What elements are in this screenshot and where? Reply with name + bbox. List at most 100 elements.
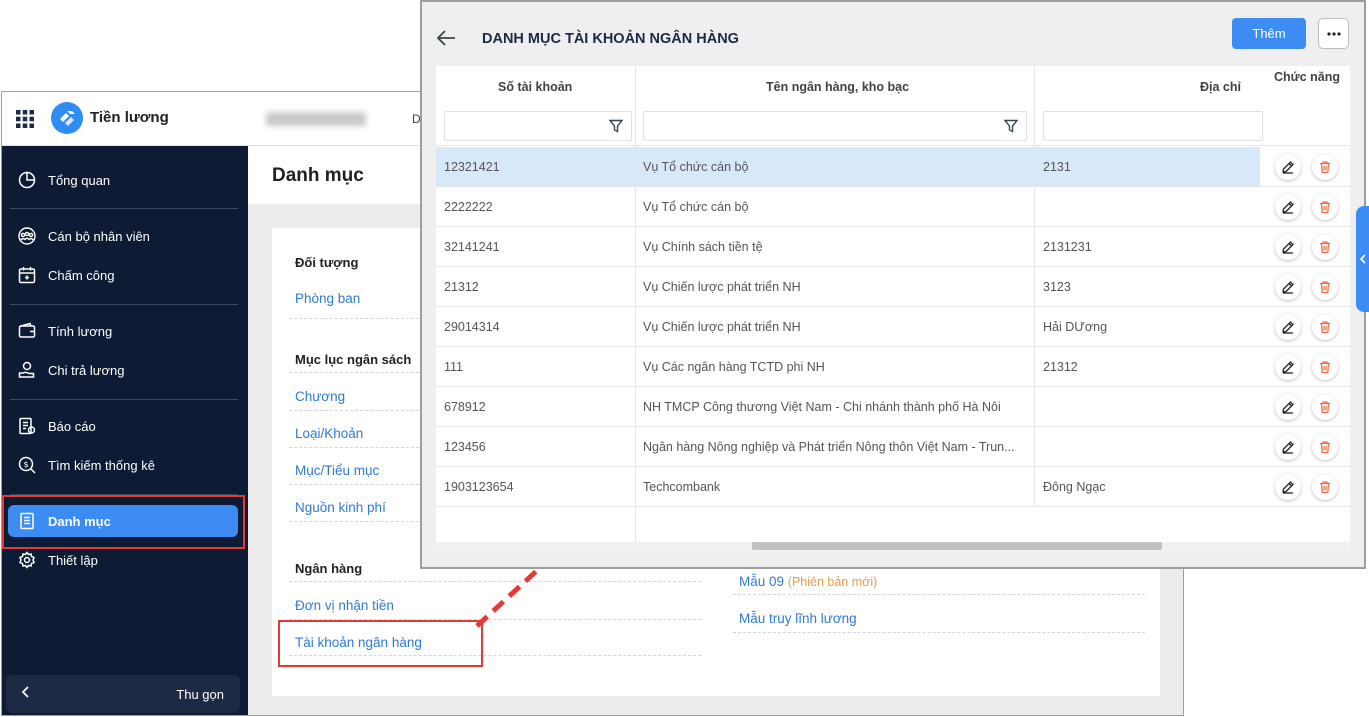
sidebar-item-label: Tổng quan [48, 172, 111, 188]
section-heading-ngan-hang: Ngân hàng [295, 561, 363, 576]
app-logo-icon [51, 102, 83, 134]
sidebar-item-label: Tìm kiếm thống kê [48, 457, 155, 473]
table-row[interactable]: 111 Vụ Các ngân hàng TCTD phi NH 21312 [436, 347, 1350, 387]
divider [289, 521, 419, 522]
sidebar-item-label: Cán bộ nhân viên [48, 228, 150, 244]
divider [733, 594, 1145, 595]
sidebar-item-label: Báo cáo [48, 418, 96, 434]
cell-account: 32141241 [444, 240, 500, 254]
cell-bank: Vụ Chiến lược phát triển NH [643, 280, 801, 294]
cell-bank: Vụ Chính sách tiền tệ [643, 240, 763, 254]
column-header-actions: Chức năng [1274, 70, 1340, 84]
table-row[interactable]: 1903123654 Techcombank Đông Ngạc [436, 467, 1350, 507]
link-phong-ban[interactable]: Phòng ban [295, 291, 360, 306]
back-arrow-icon[interactable] [434, 26, 458, 50]
sidebar: Tổng quan Cán bộ nhân viên Chấm công Tín… [2, 146, 248, 715]
table-row[interactable]: 678912 NH TMCP Công thương Việt Nam - Chi… [436, 387, 1350, 427]
sidebar-item-cham-cong[interactable]: Chấm công [8, 259, 238, 291]
account-filter-input[interactable] [444, 111, 632, 141]
address-filter-input[interactable] [1043, 111, 1263, 141]
sidebar-item-tong-quan[interactable]: Tổng quan [8, 164, 238, 196]
link-chuong[interactable]: Chương [295, 389, 345, 404]
table-row[interactable]: 2222222 Vụ Tổ chức cán bộ [436, 187, 1350, 227]
divider [733, 632, 1145, 633]
filter-icon[interactable] [609, 119, 623, 133]
cell-address: 21312 [1043, 360, 1078, 374]
page-title: Danh mục [272, 165, 364, 186]
table-row[interactable]: 123456 Ngân hàng Nông nghiệp và Phát triể… [436, 427, 1350, 467]
link-nguon-kinh-phi[interactable]: Nguồn kinh phí [295, 500, 386, 515]
sidebar-item-bao-cao[interactable]: Báo cáo [8, 410, 238, 442]
table-row[interactable]: 12321421 Vụ Tổ chức cán bộ 2131 [436, 147, 1350, 187]
cell-address: 2131 [1043, 160, 1071, 174]
link-loai-khoan[interactable]: Loại/Khoản [295, 426, 363, 441]
cell-bank: NH TMCP Công thương Việt Nam - Chi nhánh… [643, 400, 1001, 414]
cell-address: Đông Ngạc [1043, 480, 1106, 494]
cell-account: 2222222 [444, 200, 493, 214]
cell-account: 123456 [444, 440, 486, 454]
highlight-danh-muc [2, 495, 245, 549]
calendar-icon [16, 264, 38, 286]
app-grid-icon[interactable] [16, 110, 34, 128]
search-dollar-icon: $ [16, 454, 38, 476]
sidebar-item-label: Thiết lập [48, 552, 98, 568]
more-options-button[interactable] [1318, 18, 1349, 49]
pie-chart-icon [16, 169, 38, 191]
add-button[interactable]: Thêm [1232, 18, 1306, 49]
side-expand-tab[interactable] [1356, 206, 1369, 312]
cell-address: 2131231 [1043, 240, 1092, 254]
wallet-icon [16, 320, 38, 342]
section-heading-doi-tuong: Đối tượng [295, 255, 359, 270]
cell-account: 29014314 [444, 320, 500, 334]
cell-bank: Vụ Chiến lược phát triển NH [643, 320, 801, 334]
sidebar-divider [10, 399, 238, 400]
table-row[interactable]: 32141241 Vụ Chính sách tiền tệ 2131231 [436, 227, 1350, 267]
cell-account: 111 [444, 360, 464, 374]
bank-filter-input[interactable] [643, 111, 1027, 141]
sidebar-divider [10, 208, 238, 209]
gear-icon [16, 549, 38, 571]
sidebar-item-label: Chi trả lương [48, 362, 125, 378]
app-title: Tiền lương [90, 109, 169, 126]
cell-bank: Ngân hàng Nông nghiệp và Phát triển Nông… [643, 440, 1015, 454]
report-icon [16, 415, 38, 437]
link-mau-truy-linh-luong[interactable]: Mẫu truy lĩnh lương [739, 611, 857, 626]
divider [289, 318, 419, 319]
section-heading-muc-luc: Mục lục ngân sách [295, 352, 412, 367]
sidebar-item-tim-kiem-thong-ke[interactable]: $ Tìm kiếm thống kê [8, 449, 238, 481]
column-header-address[interactable]: Địa chỉ [1200, 80, 1241, 94]
link-don-vi-nhan-tien[interactable]: Đơn vị nhận tiền [295, 598, 394, 613]
svg-text:$: $ [23, 460, 28, 469]
sidebar-item-tinh-luong[interactable]: Tính lương [8, 315, 238, 347]
filter-icon[interactable] [1004, 119, 1018, 133]
cell-bank: Vụ Tổ chức cán bộ [643, 160, 749, 174]
divider [289, 484, 419, 485]
sidebar-divider [10, 304, 238, 305]
sidebar-item-chi-tra-luong[interactable]: Chi trả lương [8, 354, 238, 386]
chevron-left-icon [1359, 254, 1366, 264]
highlight-tai-khoan-ngan-hang [278, 620, 483, 667]
cell-account: 678912 [444, 400, 486, 414]
cell-account: 21312 [444, 280, 479, 294]
hand-coin-icon [16, 359, 38, 381]
scrollbar-thumb[interactable] [752, 542, 1162, 550]
divider [289, 372, 419, 373]
table-row[interactable]: 29014314 Vụ Chiến lược phát triển NH Hải D… [436, 307, 1350, 347]
link-muc-tieu-muc[interactable]: Mục/Tiểu mục [295, 463, 379, 478]
collapse-label: Thu gọn [176, 687, 224, 702]
table-row[interactable]: 21312 Vụ Chiến lược phát triển NH 3123 [436, 267, 1350, 307]
column-header-bank[interactable]: Tên ngân hàng, kho bạc [766, 80, 909, 94]
column-header-account[interactable]: Số tài khoản [498, 80, 572, 94]
link-label: Mẫu 09 [739, 574, 785, 589]
new-version-badge: (Phiên bản mới) [787, 575, 878, 589]
cell-address: Hải DƯơng [1043, 320, 1108, 334]
cell-bank: Vụ Tổ chức cán bộ [643, 200, 749, 214]
collapse-sidebar-button[interactable]: Thu gọn [6, 675, 240, 713]
bank-account-dialog: DANH MỤC TÀI KHOẢN NGÂN HÀNG Thêm Số tài… [420, 0, 1366, 569]
link-mau-09[interactable]: Mẫu 09 (Phiên bản mới) [739, 574, 877, 589]
divider [289, 410, 419, 411]
blurred-org-name [266, 112, 366, 126]
people-icon [16, 225, 38, 247]
cell-bank: Techcombank [643, 480, 721, 494]
sidebar-item-can-bo-nhan-vien[interactable]: Cán bộ nhân viên [8, 220, 238, 252]
